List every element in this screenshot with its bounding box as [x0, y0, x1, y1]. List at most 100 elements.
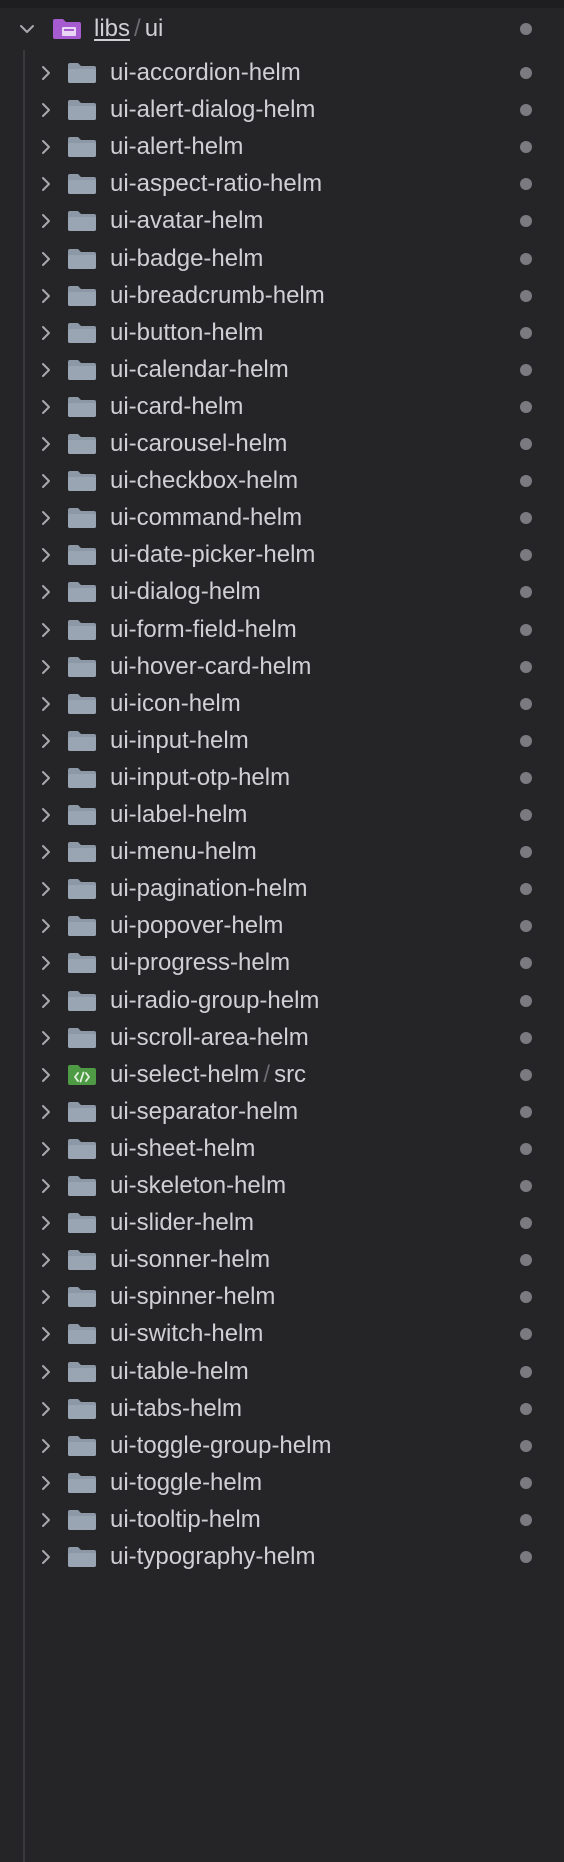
chevron-right-icon[interactable] — [36, 768, 56, 788]
folder-name: ui-icon-helm — [110, 689, 241, 717]
chevron-right-icon[interactable] — [36, 360, 56, 380]
folder-icon — [68, 990, 96, 1011]
folder-icon — [68, 1138, 96, 1159]
folder-icon — [68, 916, 96, 937]
folder-name: ui-toggle-helm — [110, 1468, 263, 1496]
path-separator: / — [263, 1060, 271, 1088]
folder-name: ui-date-picker-helm — [110, 541, 316, 569]
chevron-right-icon[interactable] — [36, 1436, 56, 1456]
folder-name: ui-progress-helm — [110, 949, 291, 977]
folder-name: ui-button-helm — [110, 318, 264, 346]
chevron-right-icon[interactable] — [36, 1510, 56, 1530]
status-dot — [520, 1031, 532, 1044]
folder-name: ui-dialog-helm — [110, 578, 261, 606]
tree-item-label: ui-table-helm — [110, 1358, 249, 1385]
status-dot — [520, 1254, 532, 1267]
folder-icon — [68, 63, 96, 83]
chevron-right-icon[interactable] — [36, 323, 56, 343]
chevron-right-icon[interactable] — [36, 953, 56, 973]
tree-item-label: ui-switch-helm — [110, 1321, 263, 1347]
tree-item-label: ui-button-helm — [110, 318, 264, 346]
root-subpath[interactable]: ui — [145, 15, 164, 42]
chevron-right-icon[interactable] — [36, 1324, 56, 1344]
root-folder-label: libs / ui — [94, 16, 163, 42]
folder-name: ui-skeleton-helm — [110, 1172, 287, 1199]
status-dot — [520, 1328, 532, 1341]
tree-item-label: ui-badge-helm — [110, 245, 263, 272]
status-dot — [520, 23, 532, 35]
chevron-right-icon[interactable] — [36, 434, 56, 454]
chevron-right-icon[interactable] — [36, 1362, 56, 1382]
root-folder-row[interactable]: libs / ui — [0, 7, 564, 51]
chevron-right-icon[interactable] — [36, 1139, 56, 1159]
tree-item-label: ui-breadcrumb-helm — [110, 282, 325, 309]
chevron-right-icon[interactable] — [36, 582, 56, 602]
folder-icon — [68, 248, 96, 269]
chevron-right-icon[interactable] — [36, 471, 56, 491]
chevron-right-icon[interactable] — [36, 620, 56, 640]
folder-name: ui-sonner-helm — [110, 1246, 271, 1274]
folder-name: ui-select-helm — [110, 1060, 260, 1088]
chevron-right-icon[interactable] — [36, 1213, 56, 1233]
status-dot — [520, 141, 532, 154]
chevron-right-icon[interactable] — [36, 211, 56, 231]
chevron-right-icon[interactable] — [36, 174, 56, 194]
folder-icon — [68, 1213, 96, 1234]
tree-item-label: ui-sheet-helm — [110, 1135, 255, 1162]
chevron-right-icon[interactable] — [36, 842, 56, 862]
status-dot — [520, 586, 532, 599]
tree-item[interactable]: ui-typography-helm — [0, 1535, 564, 1579]
chevron-down-icon[interactable] — [17, 19, 37, 39]
chevron-right-icon[interactable] — [36, 397, 56, 417]
chevron-right-icon[interactable] — [36, 1102, 56, 1122]
chevron-right-icon[interactable] — [36, 991, 56, 1011]
chevron-right-icon[interactable] — [36, 249, 56, 269]
folder-name: ui-typography-helm — [110, 1543, 316, 1570]
tree-item-label: ui-card-helm — [110, 393, 243, 420]
chevron-right-icon[interactable] — [36, 1287, 56, 1307]
chevron-right-icon[interactable] — [36, 1399, 56, 1419]
tree-item-label: ui-select-helm / src — [110, 1060, 306, 1088]
tree-item-label: ui-carousel-helm — [110, 431, 287, 457]
folder-name: ui-aspect-ratio-helm — [110, 170, 323, 198]
chevron-right-icon[interactable] — [36, 63, 56, 83]
chevron-right-icon[interactable] — [36, 137, 56, 157]
chevron-right-icon[interactable] — [36, 731, 56, 751]
tree-item-label: ui-skeleton-helm — [110, 1173, 286, 1199]
chevron-right-icon[interactable] — [36, 508, 56, 528]
chevron-right-icon[interactable] — [36, 286, 56, 306]
chevron-right-icon[interactable] — [36, 545, 56, 565]
chevron-right-icon[interactable] — [36, 916, 56, 936]
chevron-right-icon[interactable] — [36, 879, 56, 899]
folder-name: ui-slider-helm — [110, 1209, 255, 1237]
folder-name: ui-accordion-helm — [110, 59, 301, 86]
status-dot — [520, 809, 532, 821]
status-dot — [520, 994, 532, 1007]
chevron-right-icon[interactable] — [36, 1473, 56, 1493]
folder-icon — [68, 767, 96, 788]
folder-icon — [68, 656, 96, 677]
folder-icon — [68, 805, 96, 825]
folder-icon — [68, 1472, 96, 1493]
status-dot — [520, 920, 532, 933]
tree-item-label: ui-tabs-helm — [110, 1395, 242, 1422]
tree-item-label: ui-toggle-helm — [110, 1468, 263, 1496]
folder-name: ui-menu-helm — [110, 838, 257, 866]
chevron-right-icon[interactable] — [36, 1176, 56, 1196]
chevron-right-icon[interactable] — [36, 657, 56, 677]
chevron-right-icon[interactable] — [36, 694, 56, 714]
chevron-right-icon[interactable] — [36, 1028, 56, 1048]
chevron-right-icon[interactable] — [36, 805, 56, 825]
folder-icon — [68, 1547, 96, 1567]
chevron-right-icon[interactable] — [36, 1250, 56, 1270]
chevron-right-icon[interactable] — [36, 1547, 56, 1567]
folder-icon — [68, 137, 96, 158]
status-dot — [520, 400, 532, 413]
folder-icon — [68, 508, 96, 529]
root-folder-name[interactable]: libs — [94, 15, 130, 42]
tree-item-label: ui-spinner-helm — [110, 1284, 275, 1310]
chevron-right-icon[interactable] — [36, 1065, 56, 1085]
folder-name: ui-radio-group-helm — [110, 986, 320, 1014]
compact-subfolder-name[interactable]: src — [274, 1061, 306, 1088]
chevron-right-icon[interactable] — [36, 100, 56, 120]
